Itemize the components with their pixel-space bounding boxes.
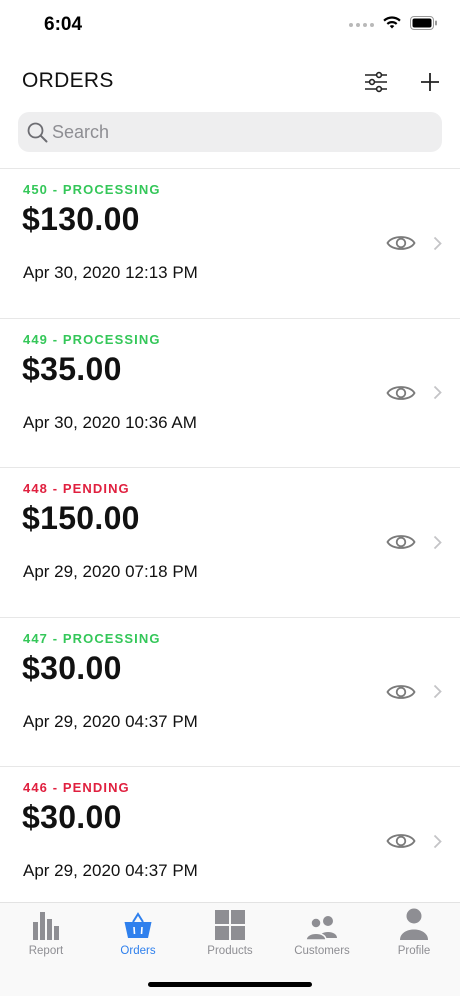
order-row[interactable]: 446 - PENDING $30.00 Apr 29, 2020 04:37 … — [0, 767, 460, 902]
order-row[interactable]: 448 - PENDING $150.00 Apr 29, 2020 07:18… — [0, 468, 460, 618]
search-input[interactable] — [52, 121, 422, 143]
bar-chart-icon — [32, 908, 60, 940]
chevron-right-icon — [430, 532, 444, 552]
people-icon — [305, 908, 339, 940]
order-row[interactable]: 449 - PROCESSING $35.00 Apr 30, 2020 10:… — [0, 319, 460, 468]
header: ORDERS — [0, 60, 460, 104]
wifi-icon — [382, 15, 402, 35]
grid-icon — [215, 908, 245, 940]
order-amount: $30.00 — [22, 649, 122, 686]
order-status: 450 - PROCESSING — [23, 182, 161, 197]
tab-label: Report — [28, 945, 64, 957]
order-amount: $30.00 — [22, 799, 122, 835]
basket-icon — [123, 908, 153, 940]
cellular-signal-icon — [349, 23, 374, 27]
tab-label: Customers — [294, 945, 350, 957]
search-icon — [26, 121, 48, 143]
order-status: 449 - PROCESSING — [23, 331, 161, 347]
add-order-button[interactable] — [414, 66, 446, 98]
plus-icon — [421, 73, 439, 91]
order-list: 450 - PROCESSING $130.00 Apr 30, 2020 12… — [0, 168, 460, 902]
tab-report[interactable]: Report — [0, 903, 92, 963]
chevron-right-icon — [430, 682, 444, 702]
tab-label: Profile — [397, 945, 431, 957]
status-bar: 6:04 — [0, 0, 460, 50]
filter-button[interactable] — [360, 66, 392, 98]
page-title: ORDERS — [22, 69, 114, 92]
eye-icon[interactable] — [385, 680, 417, 704]
sliders-icon — [365, 71, 387, 93]
tab-orders[interactable]: Orders — [92, 903, 184, 963]
chevron-right-icon — [430, 831, 444, 851]
order-date: Apr 30, 2020 10:36 AM — [23, 412, 197, 432]
tab-profile[interactable]: Profile — [368, 903, 460, 963]
status-icons — [349, 15, 438, 35]
eye-icon[interactable] — [385, 530, 417, 554]
eye-icon[interactable] — [385, 829, 417, 853]
order-row[interactable]: 447 - PROCESSING $30.00 Apr 29, 2020 04:… — [0, 618, 460, 767]
status-time: 6:04 — [44, 14, 83, 35]
person-icon — [399, 908, 429, 940]
order-date: Apr 30, 2020 12:13 PM — [23, 263, 198, 282]
order-amount: $35.00 — [22, 350, 122, 387]
tab-label: Orders — [120, 945, 156, 957]
search-bar[interactable] — [18, 112, 442, 152]
order-date: Apr 29, 2020 04:37 PM — [23, 711, 198, 731]
eye-icon[interactable] — [385, 381, 417, 405]
tab-customers[interactable]: Customers — [276, 903, 368, 963]
chevron-right-icon — [430, 233, 444, 253]
order-row[interactable]: 450 - PROCESSING $130.00 Apr 30, 2020 12… — [0, 169, 460, 319]
order-amount: $150.00 — [22, 500, 140, 536]
order-status: 446 - PENDING — [23, 780, 130, 795]
chevron-right-icon — [430, 383, 444, 403]
eye-icon[interactable] — [385, 231, 417, 255]
battery-icon — [410, 15, 438, 35]
order-date: Apr 29, 2020 07:18 PM — [23, 562, 198, 581]
order-date: Apr 29, 2020 04:37 PM — [23, 861, 198, 880]
order-status: 448 - PENDING — [23, 481, 130, 496]
home-indicator — [148, 982, 312, 987]
order-amount: $130.00 — [22, 201, 140, 237]
tab-label: Products — [207, 945, 253, 957]
order-status: 447 - PROCESSING — [23, 630, 161, 646]
tab-products[interactable]: Products — [184, 903, 276, 963]
